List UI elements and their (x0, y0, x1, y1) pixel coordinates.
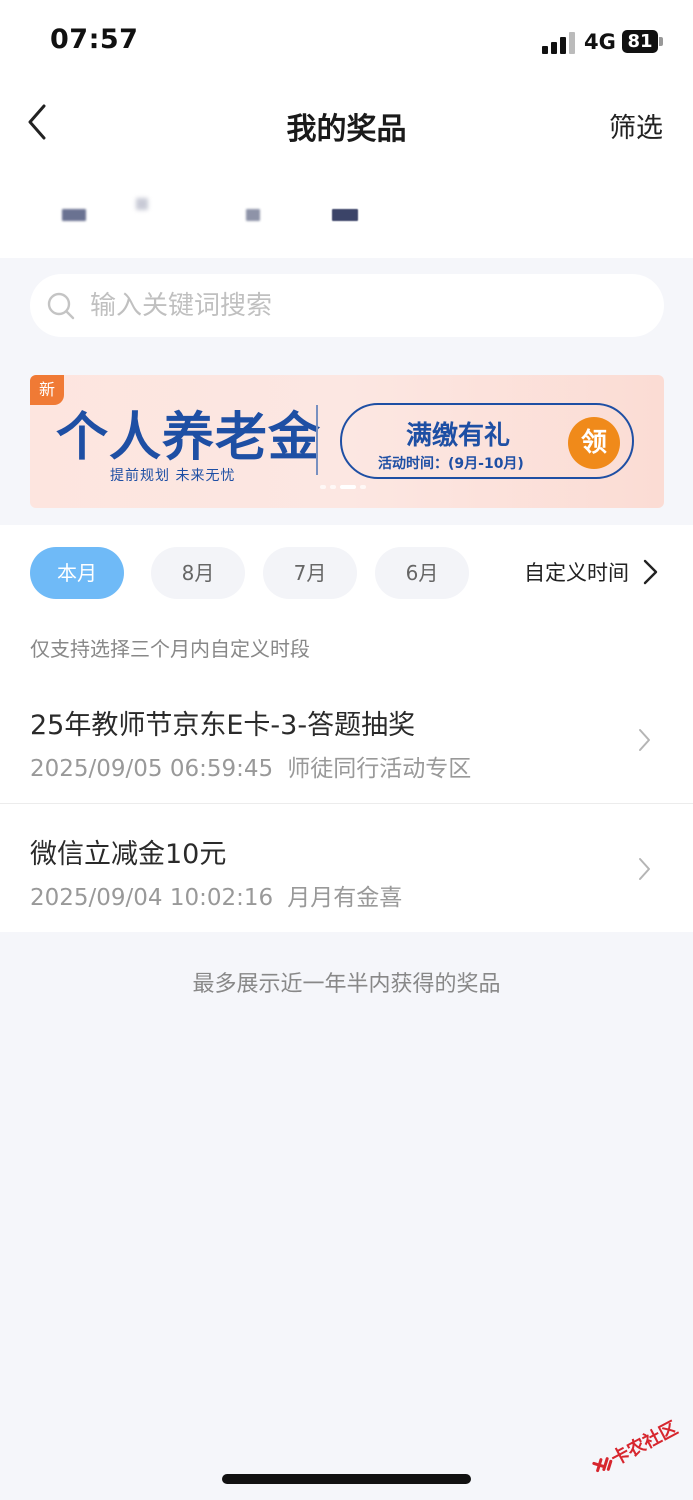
home-indicator[interactable] (222, 1474, 471, 1484)
obscured-row (0, 158, 693, 258)
custom-time-button[interactable]: 自定义时间 (524, 557, 629, 587)
search-input[interactable] (90, 286, 630, 326)
status-bar: 07:57 4G 81 (0, 0, 693, 88)
signal-icon (542, 32, 576, 54)
month-chip-current[interactable]: 本月 (30, 547, 124, 599)
banner-title: 个人养老金 (56, 408, 322, 468)
prize-time: 2025/09/05 06:59:45 (30, 756, 274, 782)
month-chip-jun[interactable]: 6月 (375, 547, 469, 599)
page-title: 我的奖品 (286, 112, 407, 147)
prize-time: 2025/09/04 10:02:16 (30, 885, 274, 911)
carousel-indicator (320, 485, 380, 489)
claim-button[interactable]: 领 (568, 417, 620, 469)
watermark-text: 卡农社区 (607, 1417, 682, 1471)
prize-source: 师徒同行活动专区 (287, 756, 472, 782)
chevron-right-icon[interactable] (640, 558, 660, 586)
prize-title: 微信立减金10元 (30, 839, 227, 870)
status-time: 07:57 (50, 24, 139, 55)
search-bar[interactable] (30, 274, 664, 337)
month-chip-aug[interactable]: 8月 (151, 547, 245, 599)
month-chip-jul[interactable]: 7月 (263, 547, 357, 599)
chevron-right-icon (639, 729, 650, 751)
search-icon (47, 292, 75, 320)
prize-meta: 2025/09/05 06:59:45 师徒同行活动专区 (30, 749, 471, 783)
prize-title: 25年教师节京东E卡-3-答题抽奖 (30, 710, 416, 741)
time-filter-panel: 本月 8月 7月 6月 自定义时间 仅支持选择三个月内自定义时段 (0, 525, 693, 675)
prize-meta: 2025/09/04 10:02:16 月月有金喜 (30, 878, 402, 912)
banner-divider (316, 405, 318, 475)
prize-item[interactable]: 微信立减金10元 2025/09/04 10:02:16 月月有金喜 (0, 804, 693, 932)
watermark: 卡农社区 (582, 1398, 693, 1498)
nav-bar: 我的奖品 筛选 (0, 88, 693, 158)
promo-banner[interactable]: 新 个人养老金 提前规划 未来无忧 满缴有礼 活动时间：(9月-10月) 领 (30, 375, 664, 508)
banner-promo[interactable]: 满缴有礼 活动时间：(9月-10月) 领 (340, 403, 634, 479)
promo-title: 满缴有礼 (406, 421, 511, 451)
battery-nub (659, 37, 663, 46)
filter-button[interactable]: 筛选 (609, 106, 663, 145)
prize-item[interactable]: 25年教师节京东E卡-3-答题抽奖 2025/09/05 06:59:45 师徒同… (0, 675, 693, 803)
chevron-right-icon (639, 858, 650, 880)
footer-note: 最多展示近一年半内获得的奖品 (192, 972, 501, 997)
battery-icon: 81 (622, 30, 658, 53)
banner-subtitle: 提前规划 未来无忧 (110, 468, 236, 484)
filter-note: 仅支持选择三个月内自定义时段 (30, 637, 310, 661)
network-type: 4G (584, 30, 616, 54)
prize-source: 月月有金喜 (287, 885, 403, 911)
promo-period: 活动时间：(9月-10月) (378, 456, 524, 472)
